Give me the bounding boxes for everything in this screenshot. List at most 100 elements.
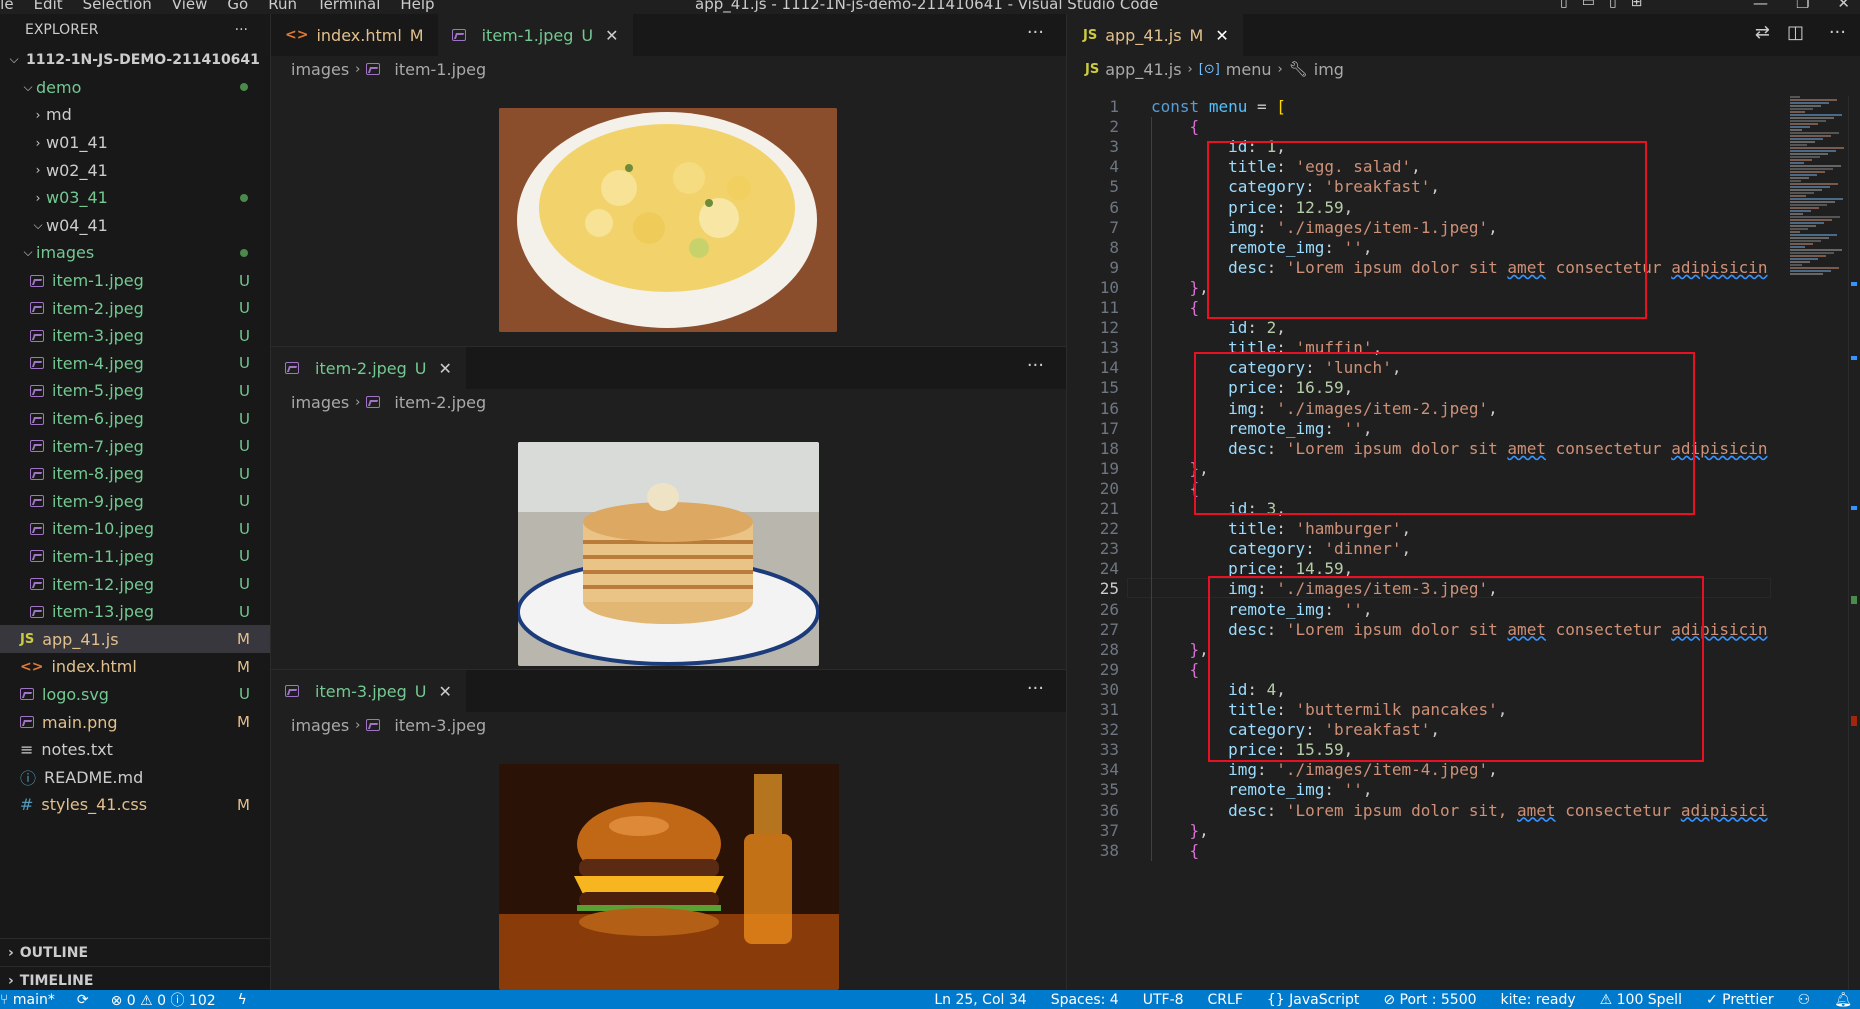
tree-item[interactable]: item-3.jpeg U <box>0 322 270 350</box>
tree-item[interactable]: › w01_41 <box>0 129 270 157</box>
minimize-icon[interactable]: — <box>1753 0 1768 12</box>
tree-item[interactable]: item-11.jpeg U <box>0 543 270 571</box>
more-actions-icon[interactable]: ··· <box>235 22 248 38</box>
tree-item[interactable]: item-13.jpeg U <box>0 598 270 626</box>
restore-icon[interactable]: ❐ <box>1796 0 1809 12</box>
problems-indicator[interactable]: ⊗ 0 ⚠ 0 ⓘ 102 <box>111 990 216 1009</box>
minimap-line <box>1790 216 1840 218</box>
minimap-line <box>1790 108 1813 110</box>
minimap-line <box>1790 267 1839 269</box>
outline-section[interactable]: › OUTLINE <box>0 938 270 966</box>
menu-file[interactable]: ile <box>0 0 14 13</box>
line-number: 24 <box>1099 559 1119 579</box>
tree-item[interactable]: › w02_41 <box>0 156 270 184</box>
close-tab-icon[interactable]: ✕ <box>439 682 452 701</box>
prettier-status[interactable]: ✓ Prettier <box>1706 992 1774 1008</box>
menu-selection[interactable]: Selection <box>83 0 152 13</box>
sync-icon[interactable]: ⟳ <box>77 992 89 1008</box>
git-status-badge: U <box>239 409 250 428</box>
menu-run[interactable]: Run <box>268 0 297 13</box>
customize-layout-icon[interactable]: ⊞ <box>1631 0 1643 10</box>
tree-item[interactable]: item-7.jpeg U <box>0 432 270 460</box>
tree-item[interactable]: item-10.jpeg U <box>0 515 270 543</box>
more-actions-icon[interactable]: ··· <box>1027 22 1044 43</box>
tab-item-2-jpeg[interactable]: item-2.jpeg U ✕ <box>271 347 466 389</box>
close-tab-icon[interactable]: ✕ <box>439 359 452 378</box>
chevron-right-icon: › <box>35 107 41 122</box>
menu-edit[interactable]: Edit <box>34 0 63 13</box>
tree-item[interactable]: item-2.jpeg U <box>0 294 270 322</box>
live-server-port[interactable]: ⊘ Port : 5500 <box>1383 992 1476 1008</box>
tree-item[interactable]: item-1.jpeg U <box>0 267 270 295</box>
tree-item[interactable]: <> index.html M <box>0 653 270 681</box>
git-status-badge: M <box>237 657 250 676</box>
tree-item[interactable]: item-12.jpeg U <box>0 570 270 598</box>
split-editor-icon[interactable]: ◫ <box>1787 22 1804 43</box>
minimap-line <box>1790 138 1823 140</box>
tree-root[interactable]: ⌵ 1112-1N-JS-DEMO-211410641 <box>0 46 270 74</box>
minimap-line <box>1790 186 1830 188</box>
tab-item-3-jpeg[interactable]: item-3.jpeg U ✕ <box>271 670 466 712</box>
image-file-icon <box>30 550 44 563</box>
tree-item[interactable]: item-6.jpeg U <box>0 405 270 433</box>
lightning-icon[interactable]: ϟ <box>238 992 247 1008</box>
end-of-line[interactable]: CRLF <box>1208 992 1243 1008</box>
menu-view[interactable]: View <box>172 0 208 13</box>
tree-item[interactable]: item-5.jpeg U <box>0 377 270 405</box>
tree-item[interactable]: # styles_41.css M <box>0 791 270 819</box>
encoding[interactable]: UTF-8 <box>1143 992 1184 1008</box>
tree-item[interactable]: item-4.jpeg U <box>0 350 270 378</box>
tree-item[interactable]: ≡ notes.txt <box>0 736 270 764</box>
tree-item[interactable]: main.png M <box>0 708 270 736</box>
notifications-icon[interactable]: 🔔︎ <box>1834 992 1852 1008</box>
more-actions-icon[interactable]: ··· <box>1027 678 1044 699</box>
spell-check[interactable]: ⚠ 100 Spell <box>1600 992 1682 1008</box>
image-file-icon <box>285 362 299 374</box>
tree-item[interactable]: › w03_41 <box>0 184 270 212</box>
tab-app-41-js[interactable]: JS app_41.js M ✕ <box>1067 14 1243 56</box>
tree-item[interactable]: ⌵ images <box>0 239 270 267</box>
vertical-scrollbar[interactable] <box>1848 96 1860 990</box>
language-mode[interactable]: {} JavaScript <box>1267 992 1359 1008</box>
menu-terminal[interactable]: Terminal <box>317 0 380 13</box>
chevron-right-icon: › <box>355 717 361 733</box>
breadcrumb: images › item-3.jpeg <box>291 715 487 735</box>
tree-item[interactable]: ⌵ w04_41 <box>0 212 270 240</box>
toggle-sidebar-icon[interactable]: ▯ <box>1560 0 1568 10</box>
kite-status[interactable]: kite: ready <box>1501 992 1576 1008</box>
tree-item[interactable]: item-8.jpeg U <box>0 460 270 488</box>
close-tab-icon[interactable]: ✕ <box>605 26 618 45</box>
toggle-panel-icon[interactable]: ▭ <box>1582 0 1595 10</box>
compare-changes-icon[interactable]: ⇄ <box>1755 22 1770 43</box>
indentation[interactable]: Spaces: 4 <box>1051 992 1119 1008</box>
tree-item-label: app_41.js <box>42 629 119 649</box>
accounts-icon[interactable]: ⚇ <box>1798 992 1811 1008</box>
cursor-position[interactable]: Ln 25, Col 34 <box>934 992 1026 1008</box>
close-tab-icon[interactable]: ✕ <box>1215 26 1228 45</box>
branch-indicator[interactable]: ⑂ main* <box>0 992 55 1008</box>
more-actions-icon[interactable]: ··· <box>1027 355 1044 376</box>
tree-item[interactable]: JS app_41.js M <box>0 625 270 654</box>
menu-go[interactable]: Go <box>227 0 248 13</box>
tab-item-1-jpeg[interactable]: item-1.jpeg U ✕ <box>437 14 633 56</box>
tree-item[interactable]: logo.svg U <box>0 681 270 709</box>
tree-item[interactable]: ⌵ demo <box>0 74 270 102</box>
tree-item[interactable]: item-9.jpeg U <box>0 488 270 516</box>
tree-item-label: item-3.jpeg <box>52 326 144 346</box>
tab-index-html[interactable]: <> index.html M <box>271 14 438 56</box>
line-number: 38 <box>1099 840 1119 860</box>
modified-dot <box>240 193 248 202</box>
more-actions-icon[interactable]: ··· <box>1829 22 1846 43</box>
tree-item[interactable]: › md <box>0 101 270 129</box>
minimap-line <box>1790 102 1829 104</box>
menu-help[interactable]: Help <box>400 0 434 13</box>
line-number: 20 <box>1099 478 1119 498</box>
minimap-line <box>1790 129 1802 131</box>
minimap[interactable] <box>1784 96 1854 276</box>
close-window-icon[interactable]: ✕ <box>1837 0 1850 12</box>
git-status-badge: U <box>239 547 250 566</box>
minimap-line <box>1790 201 1835 203</box>
tree-item[interactable]: ⓘ README.md <box>0 763 270 791</box>
chevron-right-icon: › <box>35 135 41 150</box>
toggle-secondary-sidebar-icon[interactable]: ▯ <box>1609 0 1617 10</box>
